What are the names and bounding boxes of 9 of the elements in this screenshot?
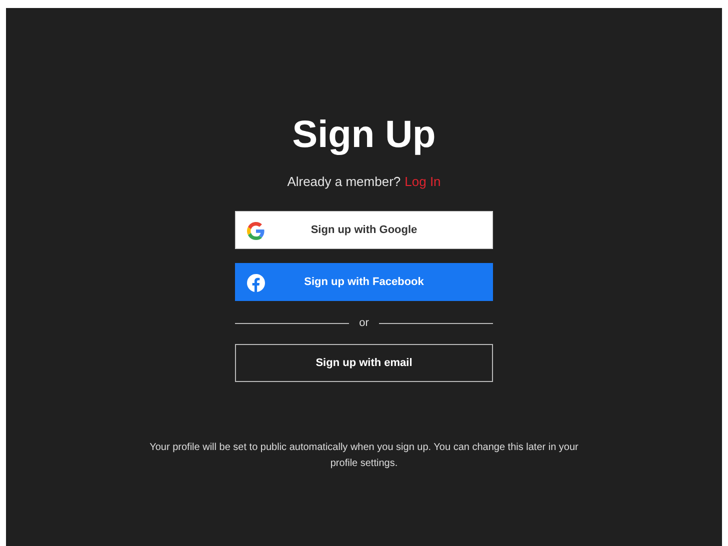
- privacy-notice: Your profile will be set to public automatically when you sign up. You can change this later in your profile settings.: [148, 441, 580, 471]
- page-title: Sign Up: [292, 113, 436, 158]
- facebook-icon: [247, 274, 265, 292]
- email-signup-button[interactable]: Sign up with email: [235, 344, 493, 382]
- google-icon: [247, 222, 265, 240]
- google-signup-button[interactable]: Sign up with Google: [235, 211, 493, 249]
- member-prompt: Already a member?: [287, 174, 401, 190]
- facebook-signup-button[interactable]: Sign up with Facebook: [235, 263, 493, 301]
- or-divider-label: or: [359, 316, 369, 330]
